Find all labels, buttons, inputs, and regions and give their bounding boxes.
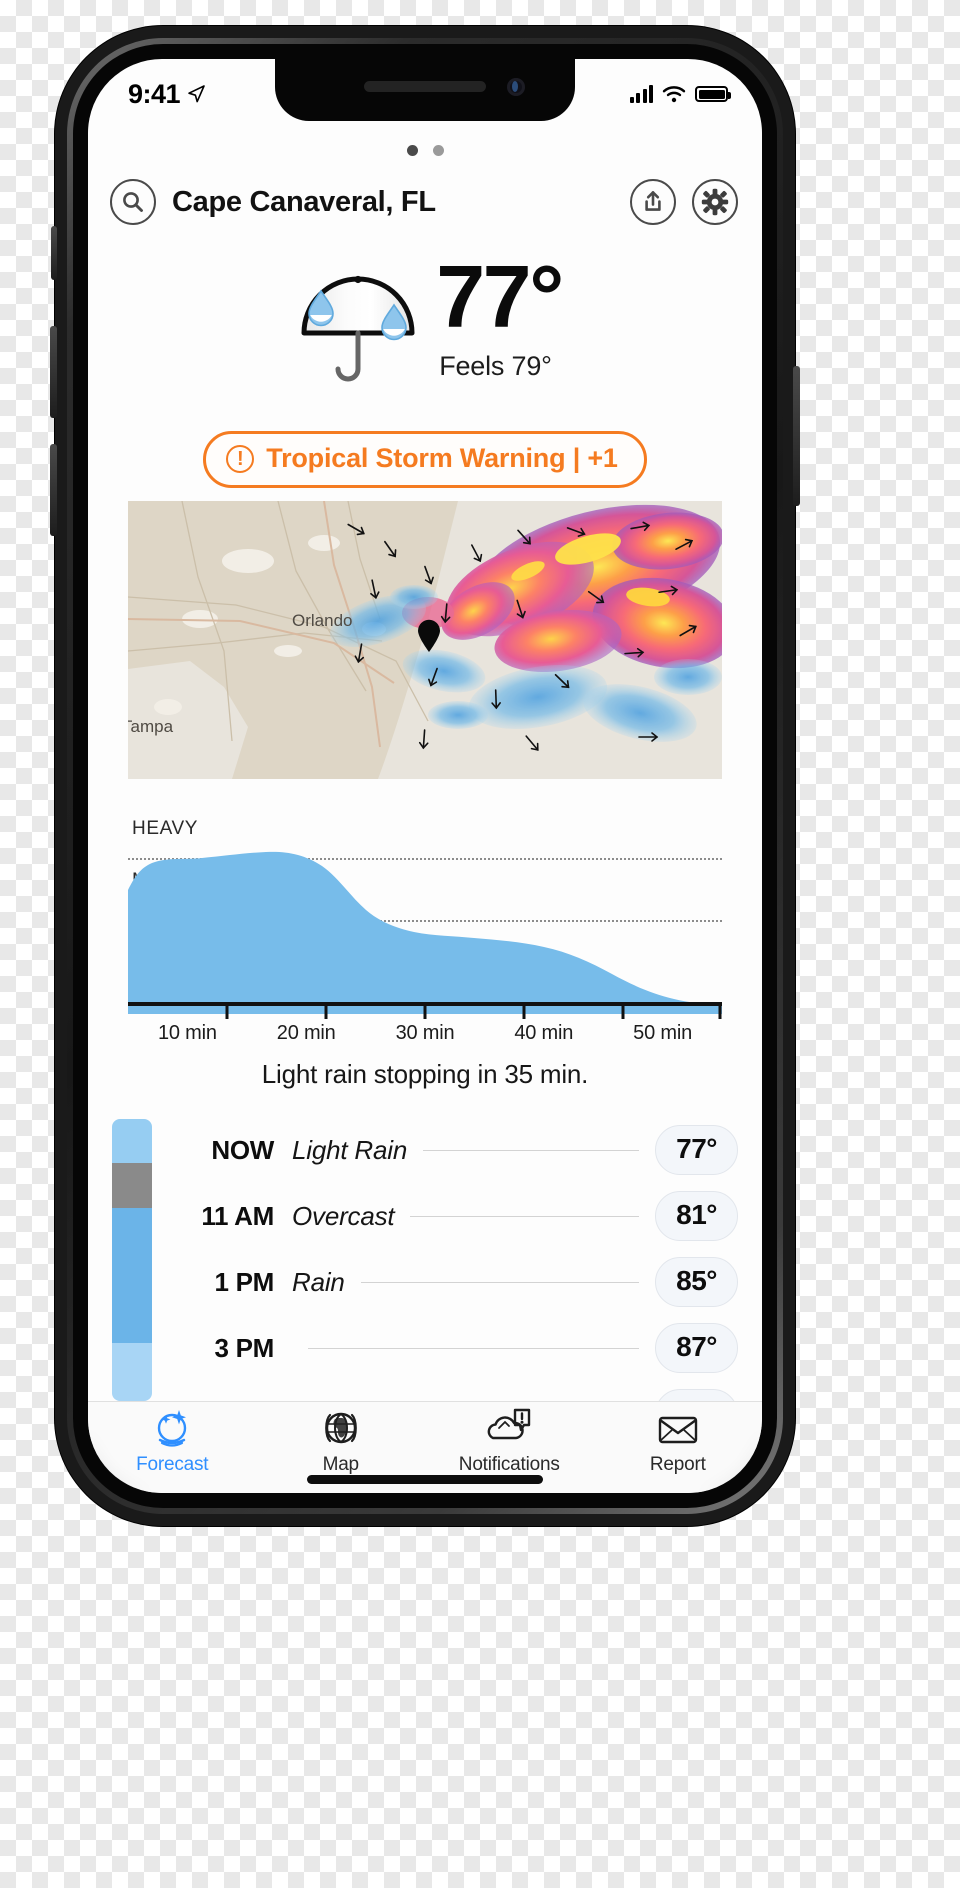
- condition-timeline-bar: [112, 1119, 152, 1401]
- hour-temperature: 77°: [655, 1125, 738, 1175]
- radar-city-label-orlando: Orlando: [292, 611, 353, 630]
- timeline-segment: [112, 1119, 152, 1163]
- location-arrow-icon: [188, 85, 205, 103]
- search-button[interactable]: [110, 179, 156, 225]
- chart-x-ticks: [225, 1006, 722, 1019]
- map-pin-icon: [418, 619, 440, 652]
- status-time: 9:41: [128, 78, 181, 109]
- front-camera: [507, 78, 525, 96]
- list-item[interactable]: 1 PM Rain 85°: [170, 1249, 738, 1315]
- hour-temperature: 81°: [655, 1191, 738, 1241]
- share-icon: [645, 191, 661, 211]
- hourly-forecast-list[interactable]: NOW Light Rain 77° 11 AM Overcast 81° 1 …: [112, 1117, 738, 1401]
- hour-condition: Light Rain: [292, 1134, 408, 1165]
- exclamation-circle-icon: !: [226, 444, 255, 473]
- timeline-segment: [112, 1343, 152, 1401]
- hour-time: 1 PM: [214, 1266, 275, 1297]
- feels-like-temperature: Feels 79°: [439, 350, 552, 381]
- hour-time: 3 PM: [214, 1332, 275, 1363]
- umbrella-rain-icon: [288, 265, 428, 385]
- location-header: Cape Canaveral, FL: [88, 169, 762, 235]
- phone-device-frame: 9:41 Cape Canaveral, FL 77° Feels 79° ! …: [50, 26, 800, 1526]
- earpiece-speaker: [364, 81, 486, 92]
- page-title: Cape Canaveral, FL: [172, 185, 436, 218]
- alert-row: ! Tropical Storm Warning | +1: [88, 431, 762, 488]
- status-time-group: 9:41: [128, 79, 206, 110]
- tab-label-map: Map: [322, 1453, 360, 1475]
- tab-label-notifications: Notifications: [458, 1453, 560, 1475]
- envelope-icon: [658, 1416, 697, 1443]
- list-item[interactable]: NOW Light Rain 77°: [170, 1117, 738, 1183]
- hour-divider: [423, 1149, 640, 1151]
- hour-temperature: 87°: [655, 1323, 738, 1373]
- hour-temperature: 85°: [655, 1257, 738, 1307]
- chart-x-tick-labels: 10 min 20 min 30 min 40 min 50 min: [128, 1022, 722, 1045]
- current-temperature: 77°: [436, 247, 564, 346]
- volume-up-button[interactable]: [50, 326, 57, 418]
- weather-alert-banner[interactable]: ! Tropical Storm Warning | +1: [203, 431, 647, 488]
- cloud-alert-icon: [487, 1408, 531, 1439]
- wifi-icon: [662, 86, 686, 103]
- alert-text: Tropical Storm Warning | +1: [266, 443, 618, 473]
- home-indicator[interactable]: [307, 1475, 543, 1484]
- hour-divider: [308, 1347, 640, 1349]
- timeline-segment: [112, 1207, 152, 1344]
- cellular-bars-icon: [629, 84, 653, 103]
- list-item[interactable]: 11 AM Overcast 81°: [170, 1183, 738, 1249]
- page-dot-active[interactable]: [406, 145, 418, 156]
- temperature-block: 77° Feels 79°: [436, 247, 564, 382]
- precipitation-summary: Light rain stopping in 35 min.: [261, 1059, 589, 1089]
- header-actions: [630, 179, 738, 225]
- power-button[interactable]: [793, 366, 800, 506]
- tab-label-report: Report: [649, 1453, 706, 1475]
- hour-condition: Rain: [292, 1266, 345, 1297]
- list-item[interactable]: 5 PM Light Rain 87°: [170, 1381, 738, 1401]
- chart-area-series: [128, 851, 722, 1014]
- settings-button[interactable]: [692, 179, 738, 225]
- hour-time: 11 AM: [201, 1200, 274, 1231]
- timeline-segment: [112, 1162, 152, 1208]
- gear-icon: [701, 188, 729, 216]
- battery-full-icon: [695, 86, 731, 102]
- chart-x-tick-40min: 40 min: [514, 1022, 574, 1044]
- current-conditions: 77° Feels 79°: [88, 247, 762, 385]
- hour-condition: Overcast: [292, 1200, 395, 1231]
- hour-divider: [360, 1281, 640, 1283]
- radar-map[interactable]: Orlando Tampa: [128, 501, 722, 779]
- hour-time: NOW: [211, 1134, 274, 1165]
- hour-temperature: 87°: [655, 1389, 738, 1401]
- chart-x-tick-30min: 30 min: [395, 1022, 455, 1044]
- page-dot-inactive[interactable]: [432, 145, 444, 156]
- list-item[interactable]: 3 PM 87°: [170, 1315, 738, 1381]
- volume-down-button[interactable]: [50, 444, 57, 536]
- search-icon: [123, 192, 143, 212]
- tab-report[interactable]: Report: [594, 1402, 763, 1493]
- device-notch: [275, 59, 575, 121]
- hour-divider: [410, 1215, 640, 1217]
- chart-x-tick-50min: 50 min: [633, 1022, 692, 1044]
- precipitation-chart: HEAVY MED LIGHT: [128, 814, 722, 1019]
- hourly-rows: NOW Light Rain 77° 11 AM Overcast 81° 1 …: [170, 1117, 738, 1401]
- radar-city-label-tampa: Tampa: [128, 717, 174, 736]
- chart-x-tick-20min: 20 min: [276, 1022, 336, 1044]
- status-indicators: [629, 84, 731, 103]
- share-button[interactable]: [630, 179, 676, 225]
- page-indicator[interactable]: [88, 145, 762, 156]
- silent-switch[interactable]: [51, 226, 57, 280]
- chart-x-tick-10min: 10 min: [157, 1022, 217, 1044]
- tab-forecast[interactable]: Forecast: [88, 1402, 257, 1493]
- globe-icon: [324, 1412, 357, 1443]
- tab-label-forecast: Forecast: [136, 1453, 209, 1475]
- crystal-ball-icon: [158, 1409, 187, 1447]
- phone-screen: 9:41 Cape Canaveral, FL 77° Feels 79° ! …: [88, 59, 762, 1493]
